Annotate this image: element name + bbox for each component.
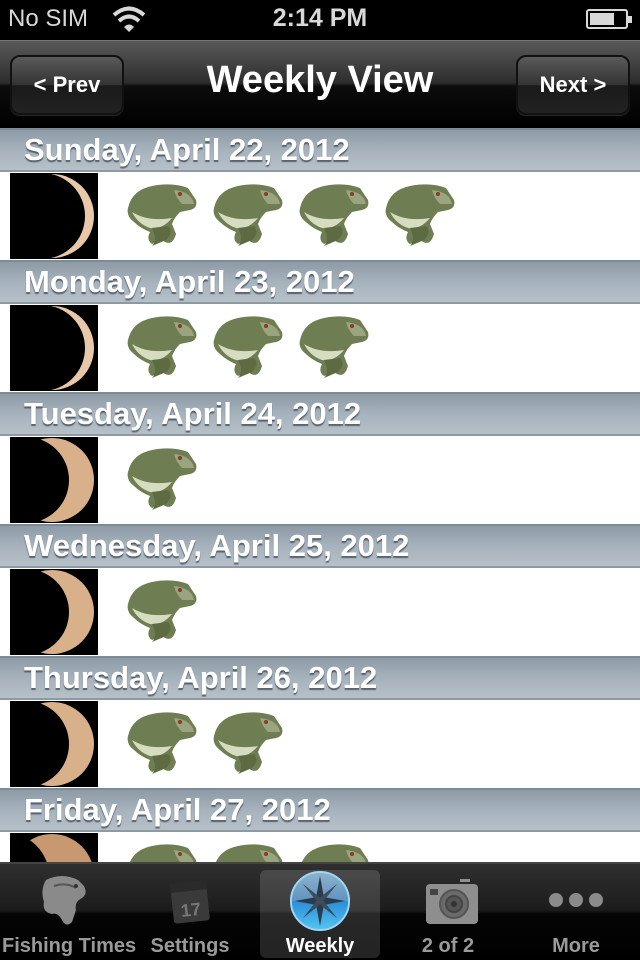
fish-icon <box>127 184 197 246</box>
fish-rating <box>122 178 458 252</box>
camera-icon <box>426 879 478 924</box>
fish-rating <box>122 706 286 780</box>
fish-icon <box>213 712 283 774</box>
fish-rating <box>122 442 200 516</box>
fish-icon <box>42 876 86 925</box>
fish-icon <box>299 316 369 378</box>
tab-fishing-times[interactable]: Fishing Times <box>2 870 137 958</box>
more-icon <box>549 893 603 907</box>
fish-icon <box>299 184 369 246</box>
fish-icon <box>127 580 197 642</box>
battery-icon <box>586 9 632 29</box>
fish-icon <box>127 712 197 774</box>
day-row[interactable] <box>0 436 640 524</box>
fish-icon <box>216 844 283 862</box>
tab-label: More <box>552 935 600 957</box>
day-row[interactable] <box>0 568 640 656</box>
status-bar: No SIM 2:14 PM <box>0 0 640 40</box>
fish-rating <box>122 838 372 862</box>
tab-2-of-2[interactable]: 2 of 2 <box>386 870 510 958</box>
fish-icon <box>127 316 197 378</box>
status-time: 2:14 PM <box>272 4 368 32</box>
fish-icon <box>213 316 283 378</box>
fish-rating <box>122 310 372 384</box>
svg-text:17: 17 <box>180 899 202 921</box>
fish-icon <box>130 844 197 862</box>
fish-icon <box>302 844 369 862</box>
moon-phase-icon <box>10 701 98 787</box>
tab-bar: Fishing Times 17 Settings Weekly 2 of 2 … <box>0 862 640 960</box>
tab-settings[interactable]: 17 Settings <box>128 870 252 958</box>
tab-label: Fishing Times <box>2 935 137 957</box>
day-row[interactable] <box>0 304 640 392</box>
day-header: Thursday, April 26, 2012 <box>0 656 640 700</box>
day-row[interactable] <box>0 700 640 788</box>
tab-label: Weekly <box>285 935 355 957</box>
tab-label: Settings <box>150 935 230 957</box>
tab-label: 2 of 2 <box>421 935 475 957</box>
moon-phase-icon <box>10 569 98 655</box>
calendar-icon: 17 <box>170 880 210 924</box>
fish-icon <box>385 184 455 246</box>
moon-phase-icon <box>10 173 98 259</box>
day-row[interactable] <box>0 832 640 862</box>
navigation-bar: < Prev Weekly View Next > <box>0 40 640 128</box>
tab-weekly[interactable]: Weekly <box>260 870 380 958</box>
moon-phase-icon <box>10 833 98 862</box>
fish-rating <box>122 574 200 648</box>
fish-icon <box>213 184 283 246</box>
day-header: Friday, April 27, 2012 <box>0 788 640 832</box>
fish-icon <box>127 448 197 510</box>
day-row[interactable] <box>0 172 640 260</box>
moon-phase-icon <box>10 305 98 391</box>
tab-more[interactable]: More <box>514 870 638 958</box>
day-header: Monday, April 23, 2012 <box>0 260 640 304</box>
weekly-list[interactable]: Sunday, April 22, 2012 Monday, April 23,… <box>0 128 640 862</box>
day-header: Wednesday, April 25, 2012 <box>0 524 640 568</box>
next-button[interactable]: Next > <box>516 55 630 115</box>
compass-icon <box>289 870 351 932</box>
day-header: Sunday, April 22, 2012 <box>0 128 640 172</box>
day-header: Tuesday, April 24, 2012 <box>0 392 640 436</box>
moon-phase-icon <box>10 437 98 523</box>
